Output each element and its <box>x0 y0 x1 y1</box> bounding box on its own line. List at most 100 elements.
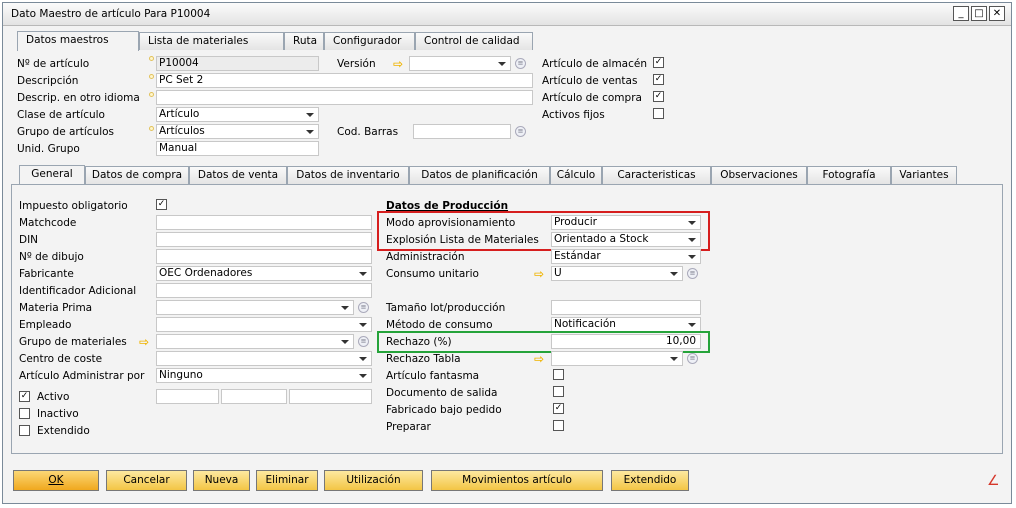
chevron-down-icon <box>359 272 367 276</box>
cost-center-select[interactable] <box>156 351 372 366</box>
chevron-down-icon <box>688 323 696 327</box>
additional-id-label: Identificador Adicional <box>19 285 137 297</box>
phantom-label: Artículo fantasma <box>386 370 480 382</box>
chevron-down-icon <box>670 272 678 276</box>
active-to-field[interactable] <box>221 389 287 404</box>
material-group-label: Grupo de materiales <box>19 336 127 348</box>
tab-label: Lista de materiales <box>148 35 249 47</box>
manufacturer-select[interactable]: OEC Ordenadores <box>156 266 372 281</box>
subtab-observaciones[interactable]: Observaciones <box>711 166 807 184</box>
tab-label: Datos de inventario <box>296 169 400 181</box>
subtab-datos-planificacion[interactable]: Datos de planificación <box>409 166 550 184</box>
tab-label: Cálculo <box>556 169 596 181</box>
description-field[interactable]: PC Set 2 <box>156 73 533 88</box>
raw-material-select[interactable] <box>156 300 354 315</box>
button-label: Movimientos artículo <box>462 474 572 486</box>
scrap-table-select[interactable] <box>551 351 683 366</box>
fixed-assets-checkbox[interactable] <box>653 108 664 119</box>
description-label: Descripción <box>17 75 79 87</box>
new-button[interactable]: Nueva <box>193 470 250 491</box>
unit-consumption-select[interactable]: U <box>551 266 683 281</box>
cancel-button[interactable]: Cancelar <box>106 470 187 491</box>
list-info-icon[interactable]: ≡ <box>515 58 526 69</box>
active-label: Activo <box>37 391 70 403</box>
sales-item-checkbox[interactable]: ✓ <box>653 74 664 85</box>
consumption-method-select[interactable]: Notificación <box>551 317 701 332</box>
item-movements-button[interactable]: Movimientos artículo <box>431 470 603 491</box>
subtab-fotografia[interactable]: Fotografía <box>807 166 891 184</box>
mto-checkbox[interactable]: ✓ <box>553 403 564 414</box>
link-dot-icon <box>149 56 154 61</box>
subtab-datos-venta[interactable]: Datos de venta <box>189 166 287 184</box>
usage-button[interactable]: Utilización <box>324 470 423 491</box>
item-no-field[interactable]: P10004 <box>156 56 319 71</box>
extended-button[interactable]: Extendido <box>611 470 689 491</box>
matchcode-field[interactable] <box>156 215 372 230</box>
active-remarks-field[interactable] <box>289 389 372 404</box>
chevron-down-icon <box>306 130 314 134</box>
subtab-calculo[interactable]: Cálculo <box>550 166 602 184</box>
material-group-select[interactable] <box>156 334 354 349</box>
item-group-select[interactable]: Artículos <box>156 124 319 139</box>
tab-lista-materiales[interactable]: Lista de materiales <box>139 32 284 50</box>
link-arrow-icon[interactable]: ⇨ <box>534 353 548 365</box>
button-label: OK <box>48 474 64 486</box>
drawing-no-field[interactable] <box>156 249 372 264</box>
inactive-label: Inactivo <box>37 408 79 420</box>
item-class-label: Clase de artículo <box>17 109 105 121</box>
delete-button[interactable]: Eliminar <box>256 470 318 491</box>
button-label: Utilización <box>346 474 401 486</box>
mto-label: Fabricado bajo pedido <box>386 404 502 416</box>
din-field[interactable] <box>156 232 372 247</box>
consumption-method-value: Notificación <box>554 318 616 330</box>
subtab-datos-compra[interactable]: Datos de compra <box>85 166 189 184</box>
ok-button[interactable]: OK <box>13 470 99 491</box>
tab-ruta[interactable]: Ruta <box>284 32 324 50</box>
purchase-item-checkbox[interactable]: ✓ <box>653 91 664 102</box>
additional-id-field[interactable] <box>156 283 372 298</box>
subtab-general[interactable]: General <box>19 165 85 185</box>
version-select[interactable] <box>409 56 511 71</box>
subtab-datos-inventario[interactable]: Datos de inventario <box>287 166 409 184</box>
phantom-checkbox[interactable] <box>553 369 564 380</box>
issue-doc-checkbox[interactable] <box>553 386 564 397</box>
tab-label: Datos de venta <box>197 169 279 181</box>
tab-control-calidad[interactable]: Control de calidad <box>415 32 533 50</box>
item-class-select[interactable]: Artículo <box>156 107 319 122</box>
list-info-icon[interactable]: ≡ <box>687 268 698 279</box>
foreign-description-field[interactable] <box>156 90 533 105</box>
administration-value: Estándar <box>554 250 601 262</box>
active-radio[interactable]: ✓ <box>19 391 30 402</box>
list-info-icon[interactable]: ≡ <box>358 302 369 313</box>
lot-size-field[interactable] <box>551 300 701 315</box>
item-no-label: Nº de artículo <box>17 58 90 70</box>
button-label: Nueva <box>204 474 239 486</box>
chevron-down-icon <box>688 255 696 259</box>
active-from-field[interactable] <box>156 389 219 404</box>
uom-group-field[interactable]: Manual <box>156 141 319 156</box>
close-icon[interactable]: ✕ <box>989 6 1005 21</box>
list-info-icon[interactable]: ≡ <box>515 126 526 137</box>
tab-datos-maestros[interactable]: Datos maestros <box>17 31 139 51</box>
link-arrow-icon[interactable]: ⇨ <box>393 58 407 70</box>
tab-configurador[interactable]: Configurador <box>324 32 415 50</box>
link-arrow-icon[interactable]: ⇨ <box>534 268 548 280</box>
subtab-caracteristicas[interactable]: Caracteristicas <box>602 166 711 184</box>
maximize-icon[interactable]: □ <box>971 6 987 21</box>
inactive-radio[interactable] <box>19 408 30 419</box>
unit-consumption-value: U <box>554 267 562 279</box>
extended-radio[interactable] <box>19 425 30 436</box>
resize-grip-icon[interactable]: ∠ <box>987 473 1000 489</box>
subtab-variantes[interactable]: Variantes <box>891 166 957 184</box>
inventory-item-checkbox[interactable]: ✓ <box>653 57 664 68</box>
prepare-checkbox[interactable] <box>553 420 564 431</box>
administration-select[interactable]: Estándar <box>551 249 701 264</box>
barcode-field[interactable] <box>413 124 511 139</box>
link-arrow-icon[interactable]: ⇨ <box>139 336 153 348</box>
tax-checkbox[interactable]: ✓ <box>156 199 167 210</box>
manage-by-select[interactable]: Ninguno <box>156 368 372 383</box>
list-info-icon[interactable]: ≡ <box>358 336 369 347</box>
list-info-icon[interactable]: ≡ <box>687 353 698 364</box>
employee-select[interactable] <box>156 317 372 332</box>
minimize-icon[interactable]: _ <box>953 6 969 21</box>
